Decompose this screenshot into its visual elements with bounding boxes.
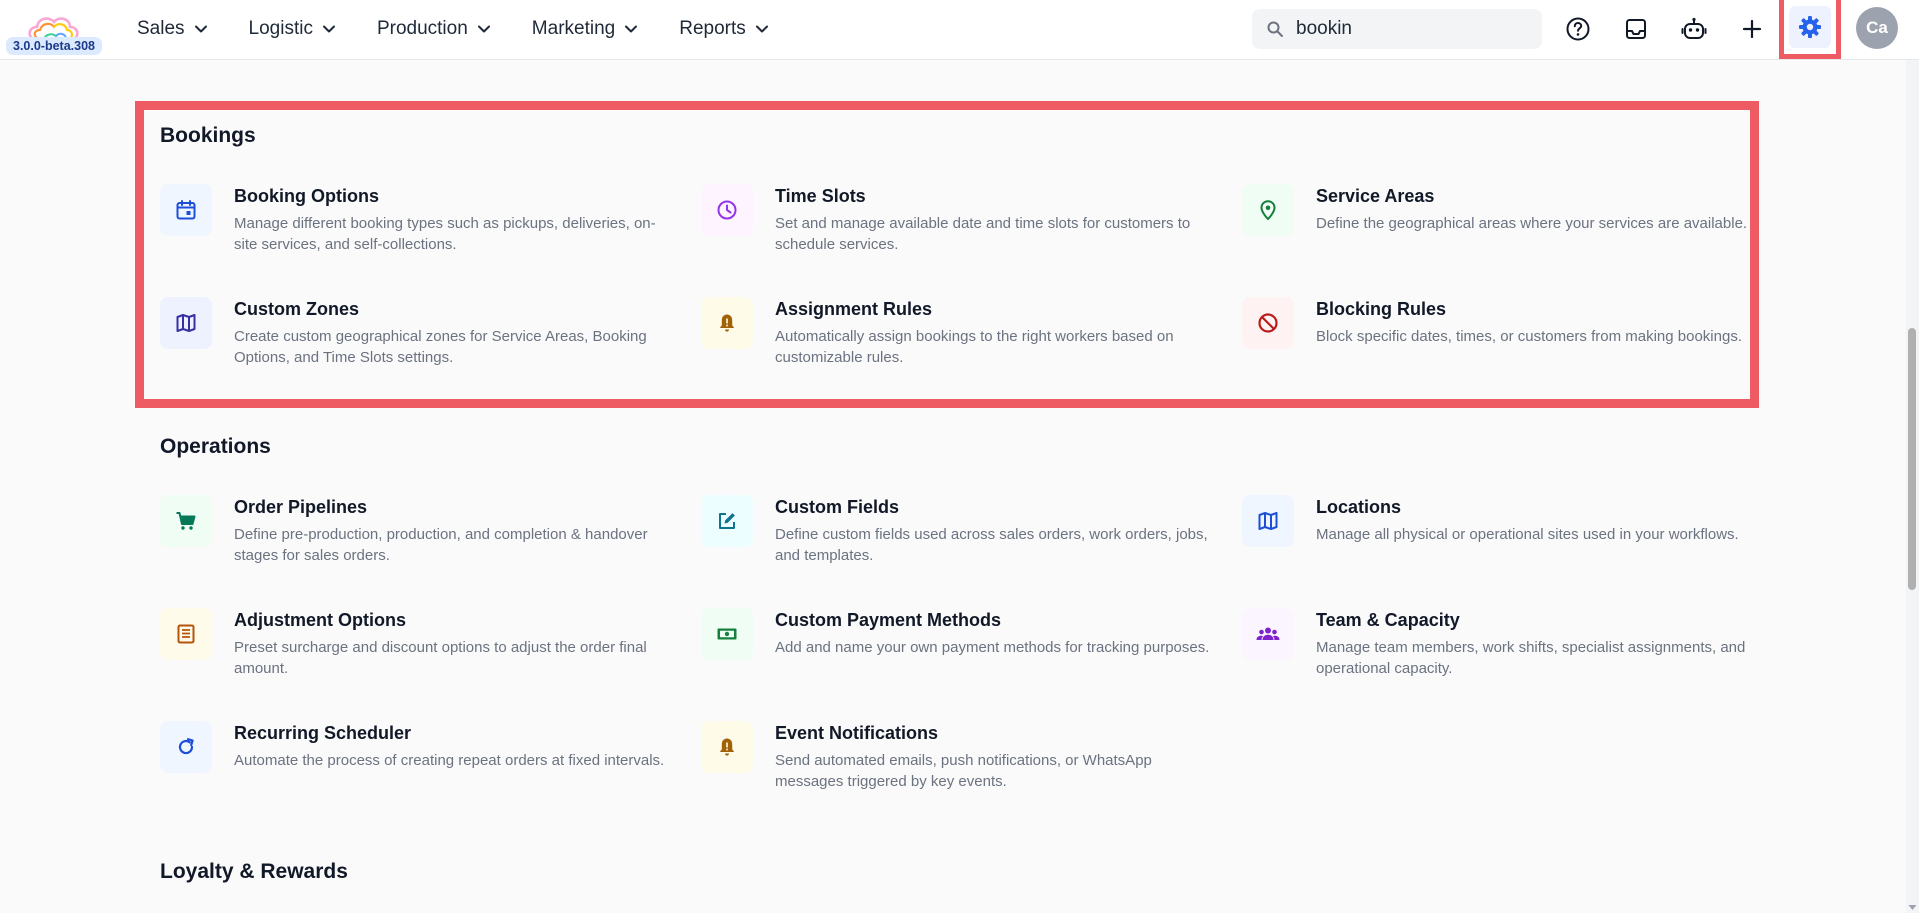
settings-card-blocking-rules[interactable]: Blocking Rules Block specific dates, tim…	[1242, 297, 1742, 377]
version-badge: 3.0.0-beta.308	[6, 37, 102, 55]
nav-item-logistic[interactable]: Logistic	[249, 18, 336, 40]
card-title: Event Notifications	[775, 723, 939, 743]
help-button[interactable]	[1559, 10, 1597, 48]
card-title: Assignment Rules	[775, 299, 933, 319]
user-avatar[interactable]: Ca	[1856, 7, 1898, 49]
settings-card-event-notifications[interactable]: Event Notifications Send automated email…	[701, 721, 1201, 801]
card-title: Order Pipelines	[234, 497, 368, 517]
settings-card-team-capacity[interactable]: Team & Capacity Manage team members, wor…	[1242, 608, 1745, 688]
refresh-icon	[160, 721, 212, 773]
settings-highlight	[1779, 0, 1841, 59]
chevron-down-icon	[477, 25, 490, 33]
location-pin-icon	[1242, 184, 1294, 236]
card-description: Automate the process of creating repeat …	[234, 752, 665, 769]
main-nav: Sales Logistic Production Marketing Repo…	[137, 0, 810, 58]
gear-icon	[1799, 16, 1821, 38]
card-description: Manage different booking types such as p…	[234, 215, 656, 253]
settings-card-adjustment-options[interactable]: Adjustment Options Preset surcharge and …	[160, 608, 660, 688]
bell-alert-icon	[701, 721, 753, 773]
card-description: Define pre-production, production, and c…	[234, 526, 648, 564]
settings-card-recurring-scheduler[interactable]: Recurring Scheduler Automate the process…	[160, 721, 664, 801]
card-title: Team & Capacity	[1316, 610, 1460, 630]
nav-item-marketing[interactable]: Marketing	[532, 18, 638, 40]
edit-icon	[701, 495, 753, 547]
map-icon	[160, 297, 212, 349]
card-description: Add and name your own payment methods fo…	[775, 639, 1210, 656]
chevron-down-icon	[625, 25, 638, 33]
plus-icon	[1742, 19, 1762, 39]
card-description: Define custom fields used across sales o…	[775, 526, 1208, 564]
search-icon	[1266, 20, 1284, 38]
inbox-icon	[1626, 19, 1646, 39]
robot-icon	[1681, 17, 1707, 39]
calendar-icon	[160, 184, 212, 236]
cash-icon	[701, 608, 753, 660]
card-description: Create custom geographical zones for Ser…	[234, 328, 647, 366]
scroll-down-arrow-icon[interactable]	[1907, 900, 1918, 911]
nav-item-label: Marketing	[531, 18, 616, 39]
chevron-down-icon	[194, 25, 207, 33]
settings-card-assignment-rules[interactable]: Assignment Rules Automatically assign bo…	[701, 297, 1201, 377]
card-title: Custom Fields	[775, 497, 900, 517]
list-icon	[160, 608, 212, 660]
section-title-bookings: Bookings	[160, 124, 256, 147]
section-title-loyalty-rewards: Loyalty & Rewards	[160, 860, 348, 883]
settings-card-order-pipelines[interactable]: Order Pipelines Define pre-production, p…	[160, 495, 660, 575]
help-circle-icon	[1566, 17, 1590, 41]
search-box[interactable]	[1252, 9, 1542, 49]
ai-assistant-button[interactable]	[1675, 10, 1713, 48]
settings-card-time-slots[interactable]: Time Slots Set and manage available date…	[701, 184, 1201, 264]
card-title: Time Slots	[775, 186, 866, 206]
chevron-down-icon	[755, 25, 768, 33]
card-title: Custom Payment Methods	[775, 610, 1002, 630]
card-description: Block specific dates, times, or customer…	[1316, 328, 1742, 345]
search-input[interactable]	[1296, 18, 1516, 40]
settings-button[interactable]	[1789, 6, 1831, 48]
section-title-operations: Operations	[160, 435, 271, 458]
settings-card-locations[interactable]: Locations Manage all physical or operati…	[1242, 495, 1742, 575]
top-navigation-bar: 3.0.0-beta.308 Sales Logistic Production…	[0, 0, 1919, 60]
inbox-button[interactable]	[1617, 10, 1655, 48]
nav-item-label: Reports	[679, 18, 746, 39]
card-title: Adjustment Options	[234, 610, 406, 630]
clock-icon	[701, 184, 753, 236]
card-description: Manage team members, work shifts, specia…	[1316, 639, 1746, 677]
nav-item-label: Production	[376, 18, 468, 39]
nav-item-production[interactable]: Production	[377, 18, 491, 40]
card-title: Locations	[1316, 497, 1402, 517]
card-description: Define the geographical areas where your…	[1316, 215, 1748, 232]
card-title: Blocking Rules	[1316, 299, 1447, 319]
people-icon	[1242, 608, 1294, 660]
settings-card-service-areas[interactable]: Service Areas Define the geographical ar…	[1242, 184, 1747, 264]
map-icon	[1242, 495, 1294, 547]
card-description: Send automated emails, push notification…	[775, 752, 1152, 790]
card-description: Set and manage available date and time s…	[775, 215, 1191, 253]
scrollbar-thumb[interactable]	[1908, 328, 1916, 590]
nav-item-label: Sales	[137, 18, 185, 39]
card-description: Automatically assign bookings to the rig…	[775, 328, 1174, 366]
card-title: Recurring Scheduler	[234, 723, 412, 743]
cart-icon	[160, 495, 212, 547]
nav-item-label: Logistic	[248, 18, 313, 39]
card-title: Service Areas	[1316, 186, 1435, 206]
settings-card-custom-fields[interactable]: Custom Fields Define custom fields used …	[701, 495, 1208, 575]
settings-card-booking-options[interactable]: Booking Options Manage different booking…	[160, 184, 660, 264]
card-description: Preset surcharge and discount options to…	[234, 639, 647, 677]
settings-card-custom-zones[interactable]: Custom Zones Create custom geographical …	[160, 297, 660, 377]
nav-item-sales[interactable]: Sales	[137, 18, 208, 40]
card-description: Manage all physical or operational sites…	[1316, 526, 1739, 543]
settings-card-custom-payment-methods[interactable]: Custom Payment Methods Add and name your…	[701, 608, 1209, 688]
card-title: Custom Zones	[234, 299, 360, 319]
card-title: Booking Options	[234, 186, 379, 206]
block-icon	[1242, 297, 1294, 349]
add-button[interactable]	[1733, 10, 1771, 48]
bell-alert-icon	[701, 297, 753, 349]
chevron-down-icon	[322, 25, 335, 33]
nav-item-reports[interactable]: Reports	[679, 18, 769, 40]
